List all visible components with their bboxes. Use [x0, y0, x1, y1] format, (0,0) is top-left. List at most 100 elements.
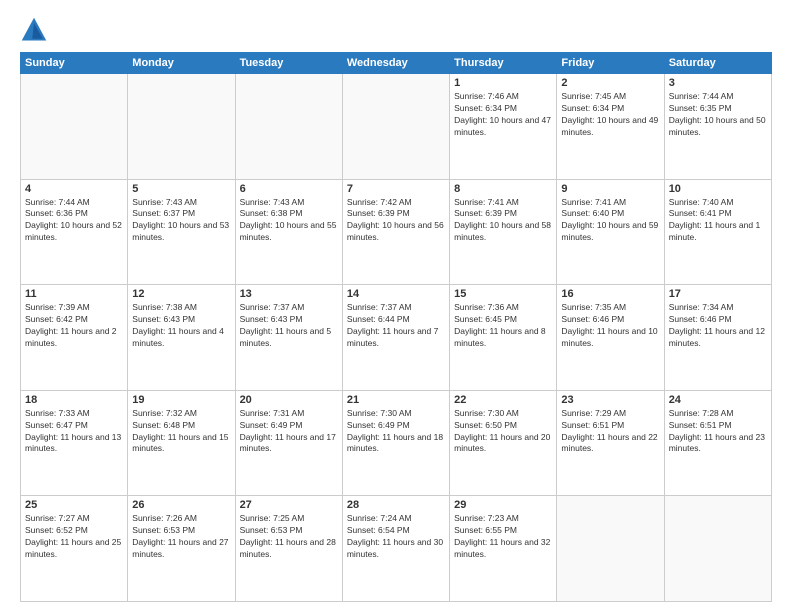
day-cell: 25 Sunrise: 7:27 AM Sunset: 6:52 PM Dayli…: [21, 496, 128, 602]
day-info: Sunrise: 7:36 AM Sunset: 6:45 PM Dayligh…: [454, 302, 552, 350]
day-cell: 14Sunrise: 7:37 AM Sunset: 6:44 PM Dayli…: [342, 285, 449, 391]
day-cell: 26 Sunrise: 7:26 AM Sunset: 6:53 PM Dayli…: [128, 496, 235, 602]
day-info: Sunrise: 7:23 AM Sunset: 6:55 PM Dayligh…: [454, 513, 552, 561]
day-number: 22: [454, 394, 552, 406]
calendar-table: SundayMondayTuesdayWednesdayThursdayFrid…: [20, 52, 772, 602]
header: [20, 16, 772, 44]
logo-icon: [20, 16, 48, 44]
week-row-3: 18 Sunrise: 7:33 AM Sunset: 6:47 PM Dayli…: [21, 390, 772, 496]
day-number: 26: [132, 499, 230, 511]
day-number: 13: [240, 288, 338, 300]
page: SundayMondayTuesdayWednesdayThursdayFrid…: [0, 0, 792, 612]
day-cell: [664, 496, 771, 602]
day-number: 5: [132, 183, 230, 195]
day-info: Sunrise: 7:32 AM Sunset: 6:48 PM Dayligh…: [132, 408, 230, 456]
day-cell: 18 Sunrise: 7:33 AM Sunset: 6:47 PM Dayli…: [21, 390, 128, 496]
day-cell: [235, 74, 342, 180]
header-cell-friday: Friday: [557, 53, 664, 74]
day-number: 23: [561, 394, 659, 406]
day-info: Sunrise: 7:43 AM Sunset: 6:38 PM Dayligh…: [240, 197, 338, 245]
week-row-2: 11 Sunrise: 7:39 AM Sunset: 6:42 PM Dayli…: [21, 285, 772, 391]
day-info: Sunrise: 7:25 AM Sunset: 6:53 PM Dayligh…: [240, 513, 338, 561]
header-cell-sunday: Sunday: [21, 53, 128, 74]
header-row: SundayMondayTuesdayWednesdayThursdayFrid…: [21, 53, 772, 74]
day-number: 16: [561, 288, 659, 300]
day-number: 27: [240, 499, 338, 511]
day-cell: 1 Sunrise: 7:46 AM Sunset: 6:34 PM Daylig…: [450, 74, 557, 180]
day-number: 7: [347, 183, 445, 195]
day-info: Sunrise: 7:29 AM Sunset: 6:51 PM Dayligh…: [561, 408, 659, 456]
day-cell: 8 Sunrise: 7:41 AM Sunset: 6:39 PM Daylig…: [450, 179, 557, 285]
day-cell: 15 Sunrise: 7:36 AM Sunset: 6:45 PM Dayli…: [450, 285, 557, 391]
header-cell-thursday: Thursday: [450, 53, 557, 74]
day-cell: [21, 74, 128, 180]
day-info: Sunrise: 7:41 AM Sunset: 6:40 PM Dayligh…: [561, 197, 659, 245]
day-info: Sunrise: 7:45 AM Sunset: 6:34 PM Dayligh…: [561, 91, 659, 139]
day-cell: 28 Sunrise: 7:24 AM Sunset: 6:54 PM Dayli…: [342, 496, 449, 602]
day-number: 6: [240, 183, 338, 195]
day-cell: 10 Sunrise: 7:40 AM Sunset: 6:41 PM Dayli…: [664, 179, 771, 285]
day-cell: 4 Sunrise: 7:44 AM Sunset: 6:36 PM Daylig…: [21, 179, 128, 285]
day-info: Sunrise: 7:40 AM Sunset: 6:41 PM Dayligh…: [669, 197, 767, 245]
day-cell: 9Sunrise: 7:41 AM Sunset: 6:40 PM Daylig…: [557, 179, 664, 285]
day-cell: 22 Sunrise: 7:30 AM Sunset: 6:50 PM Dayli…: [450, 390, 557, 496]
day-info: Sunrise: 7:30 AM Sunset: 6:49 PM Dayligh…: [347, 408, 445, 456]
week-row-1: 4 Sunrise: 7:44 AM Sunset: 6:36 PM Daylig…: [21, 179, 772, 285]
day-cell: 21 Sunrise: 7:30 AM Sunset: 6:49 PM Dayli…: [342, 390, 449, 496]
day-info: Sunrise: 7:46 AM Sunset: 6:34 PM Dayligh…: [454, 91, 552, 139]
day-cell: 11 Sunrise: 7:39 AM Sunset: 6:42 PM Dayli…: [21, 285, 128, 391]
day-number: 21: [347, 394, 445, 406]
day-info: Sunrise: 7:39 AM Sunset: 6:42 PM Dayligh…: [25, 302, 123, 350]
day-number: 8: [454, 183, 552, 195]
day-cell: 29Sunrise: 7:23 AM Sunset: 6:55 PM Dayli…: [450, 496, 557, 602]
calendar-header: SundayMondayTuesdayWednesdayThursdayFrid…: [21, 53, 772, 74]
day-cell: [342, 74, 449, 180]
day-info: Sunrise: 7:24 AM Sunset: 6:54 PM Dayligh…: [347, 513, 445, 561]
day-info: Sunrise: 7:41 AM Sunset: 6:39 PM Dayligh…: [454, 197, 552, 245]
day-cell: 3 Sunrise: 7:44 AM Sunset: 6:35 PM Daylig…: [664, 74, 771, 180]
day-cell: 24 Sunrise: 7:28 AM Sunset: 6:51 PM Dayli…: [664, 390, 771, 496]
day-cell: 23 Sunrise: 7:29 AM Sunset: 6:51 PM Dayli…: [557, 390, 664, 496]
header-cell-wednesday: Wednesday: [342, 53, 449, 74]
day-number: 19: [132, 394, 230, 406]
day-info: Sunrise: 7:44 AM Sunset: 6:36 PM Dayligh…: [25, 197, 123, 245]
day-number: 20: [240, 394, 338, 406]
day-number: 4: [25, 183, 123, 195]
day-number: 10: [669, 183, 767, 195]
day-cell: 27 Sunrise: 7:25 AM Sunset: 6:53 PM Dayli…: [235, 496, 342, 602]
day-cell: 2Sunrise: 7:45 AM Sunset: 6:34 PM Daylig…: [557, 74, 664, 180]
day-number: 28: [347, 499, 445, 511]
day-number: 25: [25, 499, 123, 511]
calendar-body: 1 Sunrise: 7:46 AM Sunset: 6:34 PM Daylig…: [21, 74, 772, 602]
day-number: 1: [454, 77, 552, 89]
day-number: 12: [132, 288, 230, 300]
week-row-0: 1 Sunrise: 7:46 AM Sunset: 6:34 PM Daylig…: [21, 74, 772, 180]
day-info: Sunrise: 7:27 AM Sunset: 6:52 PM Dayligh…: [25, 513, 123, 561]
day-info: Sunrise: 7:28 AM Sunset: 6:51 PM Dayligh…: [669, 408, 767, 456]
day-info: Sunrise: 7:34 AM Sunset: 6:46 PM Dayligh…: [669, 302, 767, 350]
day-number: 15: [454, 288, 552, 300]
day-cell: 5 Sunrise: 7:43 AM Sunset: 6:37 PM Daylig…: [128, 179, 235, 285]
day-info: Sunrise: 7:26 AM Sunset: 6:53 PM Dayligh…: [132, 513, 230, 561]
header-cell-tuesday: Tuesday: [235, 53, 342, 74]
day-number: 17: [669, 288, 767, 300]
day-number: 24: [669, 394, 767, 406]
day-info: Sunrise: 7:35 AM Sunset: 6:46 PM Dayligh…: [561, 302, 659, 350]
logo: [20, 16, 52, 44]
day-cell: 7Sunrise: 7:42 AM Sunset: 6:39 PM Daylig…: [342, 179, 449, 285]
day-cell: 13 Sunrise: 7:37 AM Sunset: 6:43 PM Dayli…: [235, 285, 342, 391]
day-cell: 17 Sunrise: 7:34 AM Sunset: 6:46 PM Dayli…: [664, 285, 771, 391]
day-cell: 16 Sunrise: 7:35 AM Sunset: 6:46 PM Dayli…: [557, 285, 664, 391]
day-info: Sunrise: 7:43 AM Sunset: 6:37 PM Dayligh…: [132, 197, 230, 245]
week-row-4: 25 Sunrise: 7:27 AM Sunset: 6:52 PM Dayli…: [21, 496, 772, 602]
day-number: 11: [25, 288, 123, 300]
day-info: Sunrise: 7:37 AM Sunset: 6:43 PM Dayligh…: [240, 302, 338, 350]
day-info: Sunrise: 7:33 AM Sunset: 6:47 PM Dayligh…: [25, 408, 123, 456]
day-number: 3: [669, 77, 767, 89]
day-number: 18: [25, 394, 123, 406]
day-info: Sunrise: 7:44 AM Sunset: 6:35 PM Dayligh…: [669, 91, 767, 139]
day-info: Sunrise: 7:30 AM Sunset: 6:50 PM Dayligh…: [454, 408, 552, 456]
day-info: Sunrise: 7:31 AM Sunset: 6:49 PM Dayligh…: [240, 408, 338, 456]
day-cell: 12Sunrise: 7:38 AM Sunset: 6:43 PM Dayli…: [128, 285, 235, 391]
header-cell-monday: Monday: [128, 53, 235, 74]
